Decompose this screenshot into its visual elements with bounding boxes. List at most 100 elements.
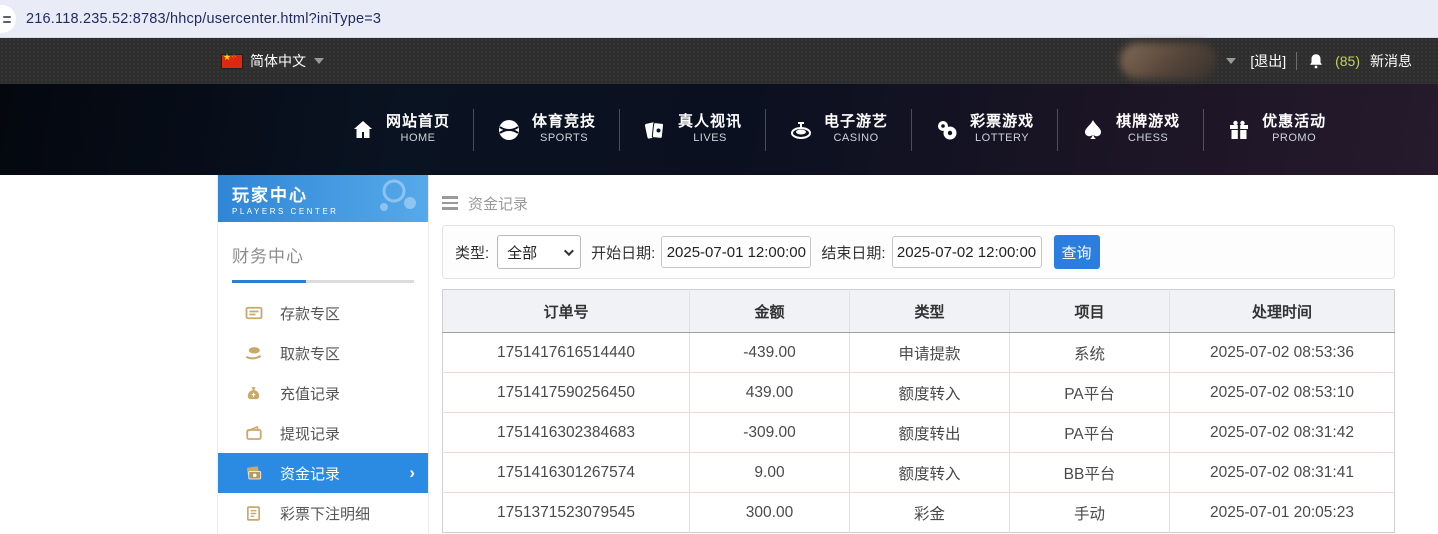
reload-icon[interactable] (0, 5, 16, 33)
table-cell: BB平台 (1009, 452, 1170, 493)
menu-icon[interactable] (442, 196, 458, 210)
sidebar-item-lottery-bets[interactable]: 彩票下注明细 (218, 493, 428, 533)
table-cell: 额度转入 (849, 452, 1010, 493)
nav-label-zh: 网站首页 (386, 113, 451, 131)
table-cell: 1751416302384683 (442, 412, 690, 453)
table-cell: 2025-07-02 08:53:36 (1169, 332, 1395, 373)
sports-ball-icon (497, 118, 521, 142)
start-date-input[interactable] (661, 236, 812, 268)
username-blurred[interactable] (1120, 43, 1217, 79)
sidebar-item-deposit[interactable]: 存款专区 (218, 293, 428, 333)
divider (1296, 52, 1298, 70)
section-rule (232, 280, 414, 283)
nav-item-casino[interactable]: 电子游艺 CASINO (766, 113, 911, 146)
content-area: 资金记录 类型: 全部 开始日期: 结束日期: 查询 订单号 金额 (442, 175, 1395, 533)
table-cell: 系统 (1009, 332, 1170, 373)
table-cell: 额度转出 (849, 412, 1010, 453)
logout-link[interactable]: [退出] (1250, 51, 1286, 71)
nav-item-home[interactable]: 网站首页 HOME (328, 113, 473, 146)
page-body: 玩家中心 PLAYERS CENTER 财务中心 存款专区 取款专区 充值记录 … (217, 175, 1438, 534)
sidebar-menu: 存款专区 取款专区 充值记录 提现记录 资金记录 › 彩票下注明细 (218, 293, 428, 534)
end-date-input[interactable] (891, 236, 1042, 268)
start-date-label: 开始日期: (591, 244, 656, 262)
withdraw-icon (244, 344, 263, 363)
user-chevron-down-icon[interactable] (1226, 58, 1237, 64)
col-type: 类型 (849, 289, 1010, 333)
table-header-row: 订单号 金额 类型 项目 处理时间 (442, 289, 1395, 333)
sidebar-item-recharge-record[interactable]: 充值记录 (218, 373, 428, 413)
sidebar: 玩家中心 PLAYERS CENTER 财务中心 存款专区 取款专区 充值记录 … (217, 175, 429, 534)
recharge-record-icon (244, 384, 263, 403)
sidebar-item-withdraw[interactable]: 取款专区 (218, 333, 428, 373)
lottery-balls-icon (935, 118, 959, 142)
nav-item-promo[interactable]: 优惠活动 PROMO (1204, 113, 1349, 146)
nav-label-en: LIVES (693, 132, 727, 144)
sidebar-item-label: 彩票下注明细 (280, 505, 371, 523)
url-text[interactable]: 216.118.235.52:8783/hhcp/usercenter.html… (26, 11, 381, 27)
search-button[interactable]: 查询 (1053, 235, 1100, 269)
gamepad-watermark-icon (380, 179, 416, 211)
table-cell: 9.00 (689, 452, 850, 493)
message-label[interactable]: 新消息 (1370, 51, 1412, 71)
col-project: 项目 (1009, 289, 1170, 333)
nav-label-zh: 体育竞技 (532, 113, 597, 131)
nav-label-zh: 电子游艺 (824, 113, 889, 131)
col-order-id: 订单号 (442, 289, 690, 333)
filter-bar: 类型: 全部 开始日期: 结束日期: 查询 (442, 225, 1395, 279)
language-selector[interactable]: 简体中文 (222, 38, 324, 84)
sidebar-item-label: 充值记录 (280, 385, 341, 403)
nav-item-chess[interactable]: 棋牌游戏 CHESS (1058, 113, 1203, 146)
table-cell: -439.00 (689, 332, 850, 373)
funds-table: 订单号 金额 类型 项目 处理时间 1751417616514440 -439.0… (442, 289, 1395, 533)
table-row: 1751417590256450 439.00 额度转入 PA平台 2025-07-02… (442, 372, 1395, 413)
nav-label-en: PROMO (1272, 132, 1317, 144)
finance-section: 财务中心 (218, 222, 428, 283)
sidebar-item-withdraw-record[interactable]: 提现记录 (218, 413, 428, 453)
table-cell: -309.00 (689, 412, 850, 453)
breadcrumb: 资金记录 (442, 181, 1395, 225)
finance-section-label: 财务中心 (232, 247, 304, 266)
sidebar-item-label: 取款专区 (280, 345, 341, 363)
main-nav: 网站首页 HOME 体育竞技 SPORTS 真人视讯 LIVES 电子游艺 CA… (0, 84, 1438, 175)
bell-icon[interactable] (1307, 52, 1325, 70)
nav-label-zh: 真人视讯 (678, 113, 743, 131)
sidebar-item-funds-record[interactable]: 资金记录 › (218, 453, 428, 493)
nav-item-lives[interactable]: 真人视讯 LIVES (620, 113, 765, 146)
nav-label-zh: 棋牌游戏 (1116, 113, 1181, 131)
table-cell: 手动 (1009, 492, 1170, 533)
table-cell: PA平台 (1009, 412, 1170, 453)
nav-label-en: SPORTS (540, 132, 589, 144)
table-cell: PA平台 (1009, 372, 1170, 413)
table-cell: 额度转入 (849, 372, 1010, 413)
funds-record-icon (244, 464, 263, 483)
table-cell: 彩金 (849, 492, 1010, 533)
china-flag-icon (222, 52, 242, 68)
type-select[interactable]: 全部 (497, 235, 582, 269)
table-cell: 1751416301267574 (442, 452, 690, 493)
nav-item-lottery[interactable]: 彩票游戏 LOTTERY (912, 113, 1057, 146)
nav-label-en: HOME (400, 132, 436, 144)
type-label: 类型: (455, 244, 490, 262)
language-label: 简体中文 (250, 53, 306, 69)
page-title: 资金记录 (468, 195, 529, 213)
table-cell: 2025-07-02 08:53:10 (1169, 372, 1395, 413)
table-cell: 1751417616514440 (442, 332, 690, 373)
spade-icon (1081, 118, 1105, 142)
table-row: 1751416302384683 -309.00 额度转出 PA平台 2025-07-0… (442, 412, 1395, 453)
nav-item-sports[interactable]: 体育竞技 SPORTS (474, 113, 619, 146)
table-cell: 439.00 (689, 372, 850, 413)
end-date-label: 结束日期: (821, 244, 886, 262)
nav-label-en: LOTTERY (975, 132, 1030, 144)
table-cell: 2025-07-01 20:05:23 (1169, 492, 1395, 533)
table-cell: 2025-07-02 08:31:42 (1169, 412, 1395, 453)
funds-table-body: 1751417616514440 -439.00 申请提款 系统 2025-07-02 … (442, 332, 1395, 533)
gift-icon (1227, 118, 1251, 142)
sidebar-item-label: 存款专区 (280, 305, 341, 323)
sidebar-item-label: 资金记录 (280, 465, 341, 483)
top-right-group: [退出] (85) 新消息 (1120, 38, 1412, 84)
nav-label-zh: 优惠活动 (1262, 113, 1327, 131)
message-count: (85) (1335, 53, 1360, 69)
chevron-right-icon: › (409, 463, 415, 482)
col-amount: 金额 (689, 289, 850, 333)
table-cell: 300.00 (689, 492, 850, 533)
